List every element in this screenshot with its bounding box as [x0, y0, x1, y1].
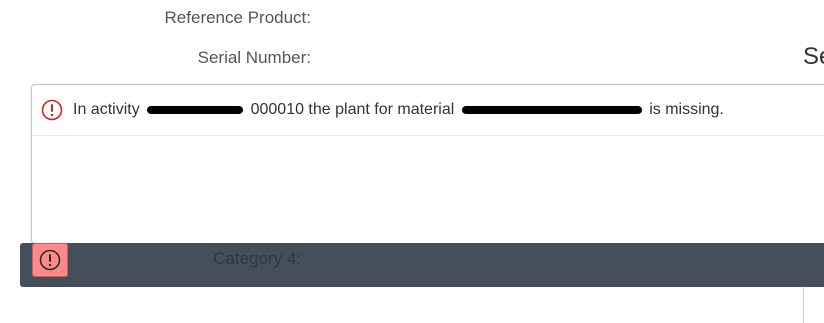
- category4-field[interactable]: [803, 283, 824, 323]
- category4-label: Category 4:: [213, 249, 301, 268]
- message-popover: In activity 000010 the plant for materia…: [31, 84, 824, 244]
- redacted-material-number: [461, 106, 642, 114]
- message-item[interactable]: In activity 000010 the plant for materia…: [32, 85, 824, 136]
- message-text-after: is missing.: [649, 101, 724, 118]
- serial-number-value[interactable]: Se: [803, 43, 824, 71]
- error-circle-icon: [41, 99, 63, 121]
- message-text-middle: 000010 the plant for material: [250, 101, 455, 118]
- reference-product-label: Reference Product:: [164, 8, 311, 27]
- message-text: In activity 000010 the plant for materia…: [73, 101, 724, 119]
- redacted-activity-number: [147, 106, 244, 114]
- serial-number-label: Serial Number:: [197, 48, 311, 67]
- message-text-before: In activity: [73, 101, 140, 118]
